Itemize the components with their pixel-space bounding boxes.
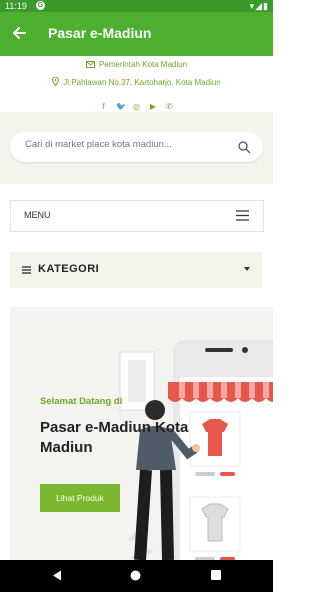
youtube-icon[interactable]: ▶ [149, 102, 157, 111]
menu-label: MENU [24, 210, 51, 220]
org-row: Pemerintah Kota Madiun [0, 60, 273, 69]
twitter-icon[interactable]: 🐦 [116, 102, 126, 111]
menu-toggle[interactable]: MENU [10, 200, 264, 232]
list-icon [22, 266, 31, 274]
search-icon[interactable] [237, 140, 251, 154]
search-input[interactable] [25, 139, 225, 150]
facebook-icon[interactable]: f [100, 102, 108, 111]
status-bar: 11:19 G ▾◢▮ [0, 0, 273, 12]
android-nav-bar [0, 560, 273, 592]
app-title: Pasar e-Madiun [48, 25, 152, 41]
search-section [0, 112, 273, 184]
envelope-icon [85, 61, 95, 68]
address-text: Jl.Pahlawan No.37, Kartoharjo, Kota Madi… [63, 78, 221, 87]
hero-welcome: Selamat Datang di [40, 396, 123, 407]
chevron-down-icon [244, 267, 250, 271]
app-bar: Pasar e-Madiun [0, 12, 273, 56]
map-pin-icon [52, 76, 60, 87]
hamburger-icon[interactable] [236, 210, 249, 221]
kategori-dropdown[interactable]: KATEGORI [10, 252, 262, 288]
kategori-label: KATEGORI [38, 263, 100, 275]
hero-title: Pasar e-Madiun Kota Madiun [40, 419, 189, 456]
nav-recents-icon[interactable] [211, 570, 221, 580]
google-icon: G [36, 1, 45, 10]
hero-banner: Selamat Datang di Pasar e-Madiun Kota Ma… [10, 307, 273, 560]
nav-back-icon[interactable] [52, 570, 62, 581]
instagram-icon[interactable]: ◎ [133, 102, 141, 111]
nav-home-icon[interactable] [130, 570, 141, 581]
contact-info: Pemerintah Kota Madiun Jl.Pahlawan No.37… [0, 56, 273, 112]
whatsapp-icon[interactable]: ✆ [165, 102, 173, 111]
lihat-produk-button[interactable]: Lihat Produk [40, 484, 120, 512]
arrow-back-icon[interactable] [10, 24, 28, 42]
status-icons: ▾◢▮ [249, 1, 269, 11]
org-name[interactable]: Pemerintah Kota Madiun [99, 60, 187, 69]
search-bar[interactable] [10, 132, 263, 162]
status-time: 11:19 [5, 1, 27, 11]
address-row: Jl.Pahlawan No.37, Kartoharjo, Kota Madi… [0, 76, 273, 87]
